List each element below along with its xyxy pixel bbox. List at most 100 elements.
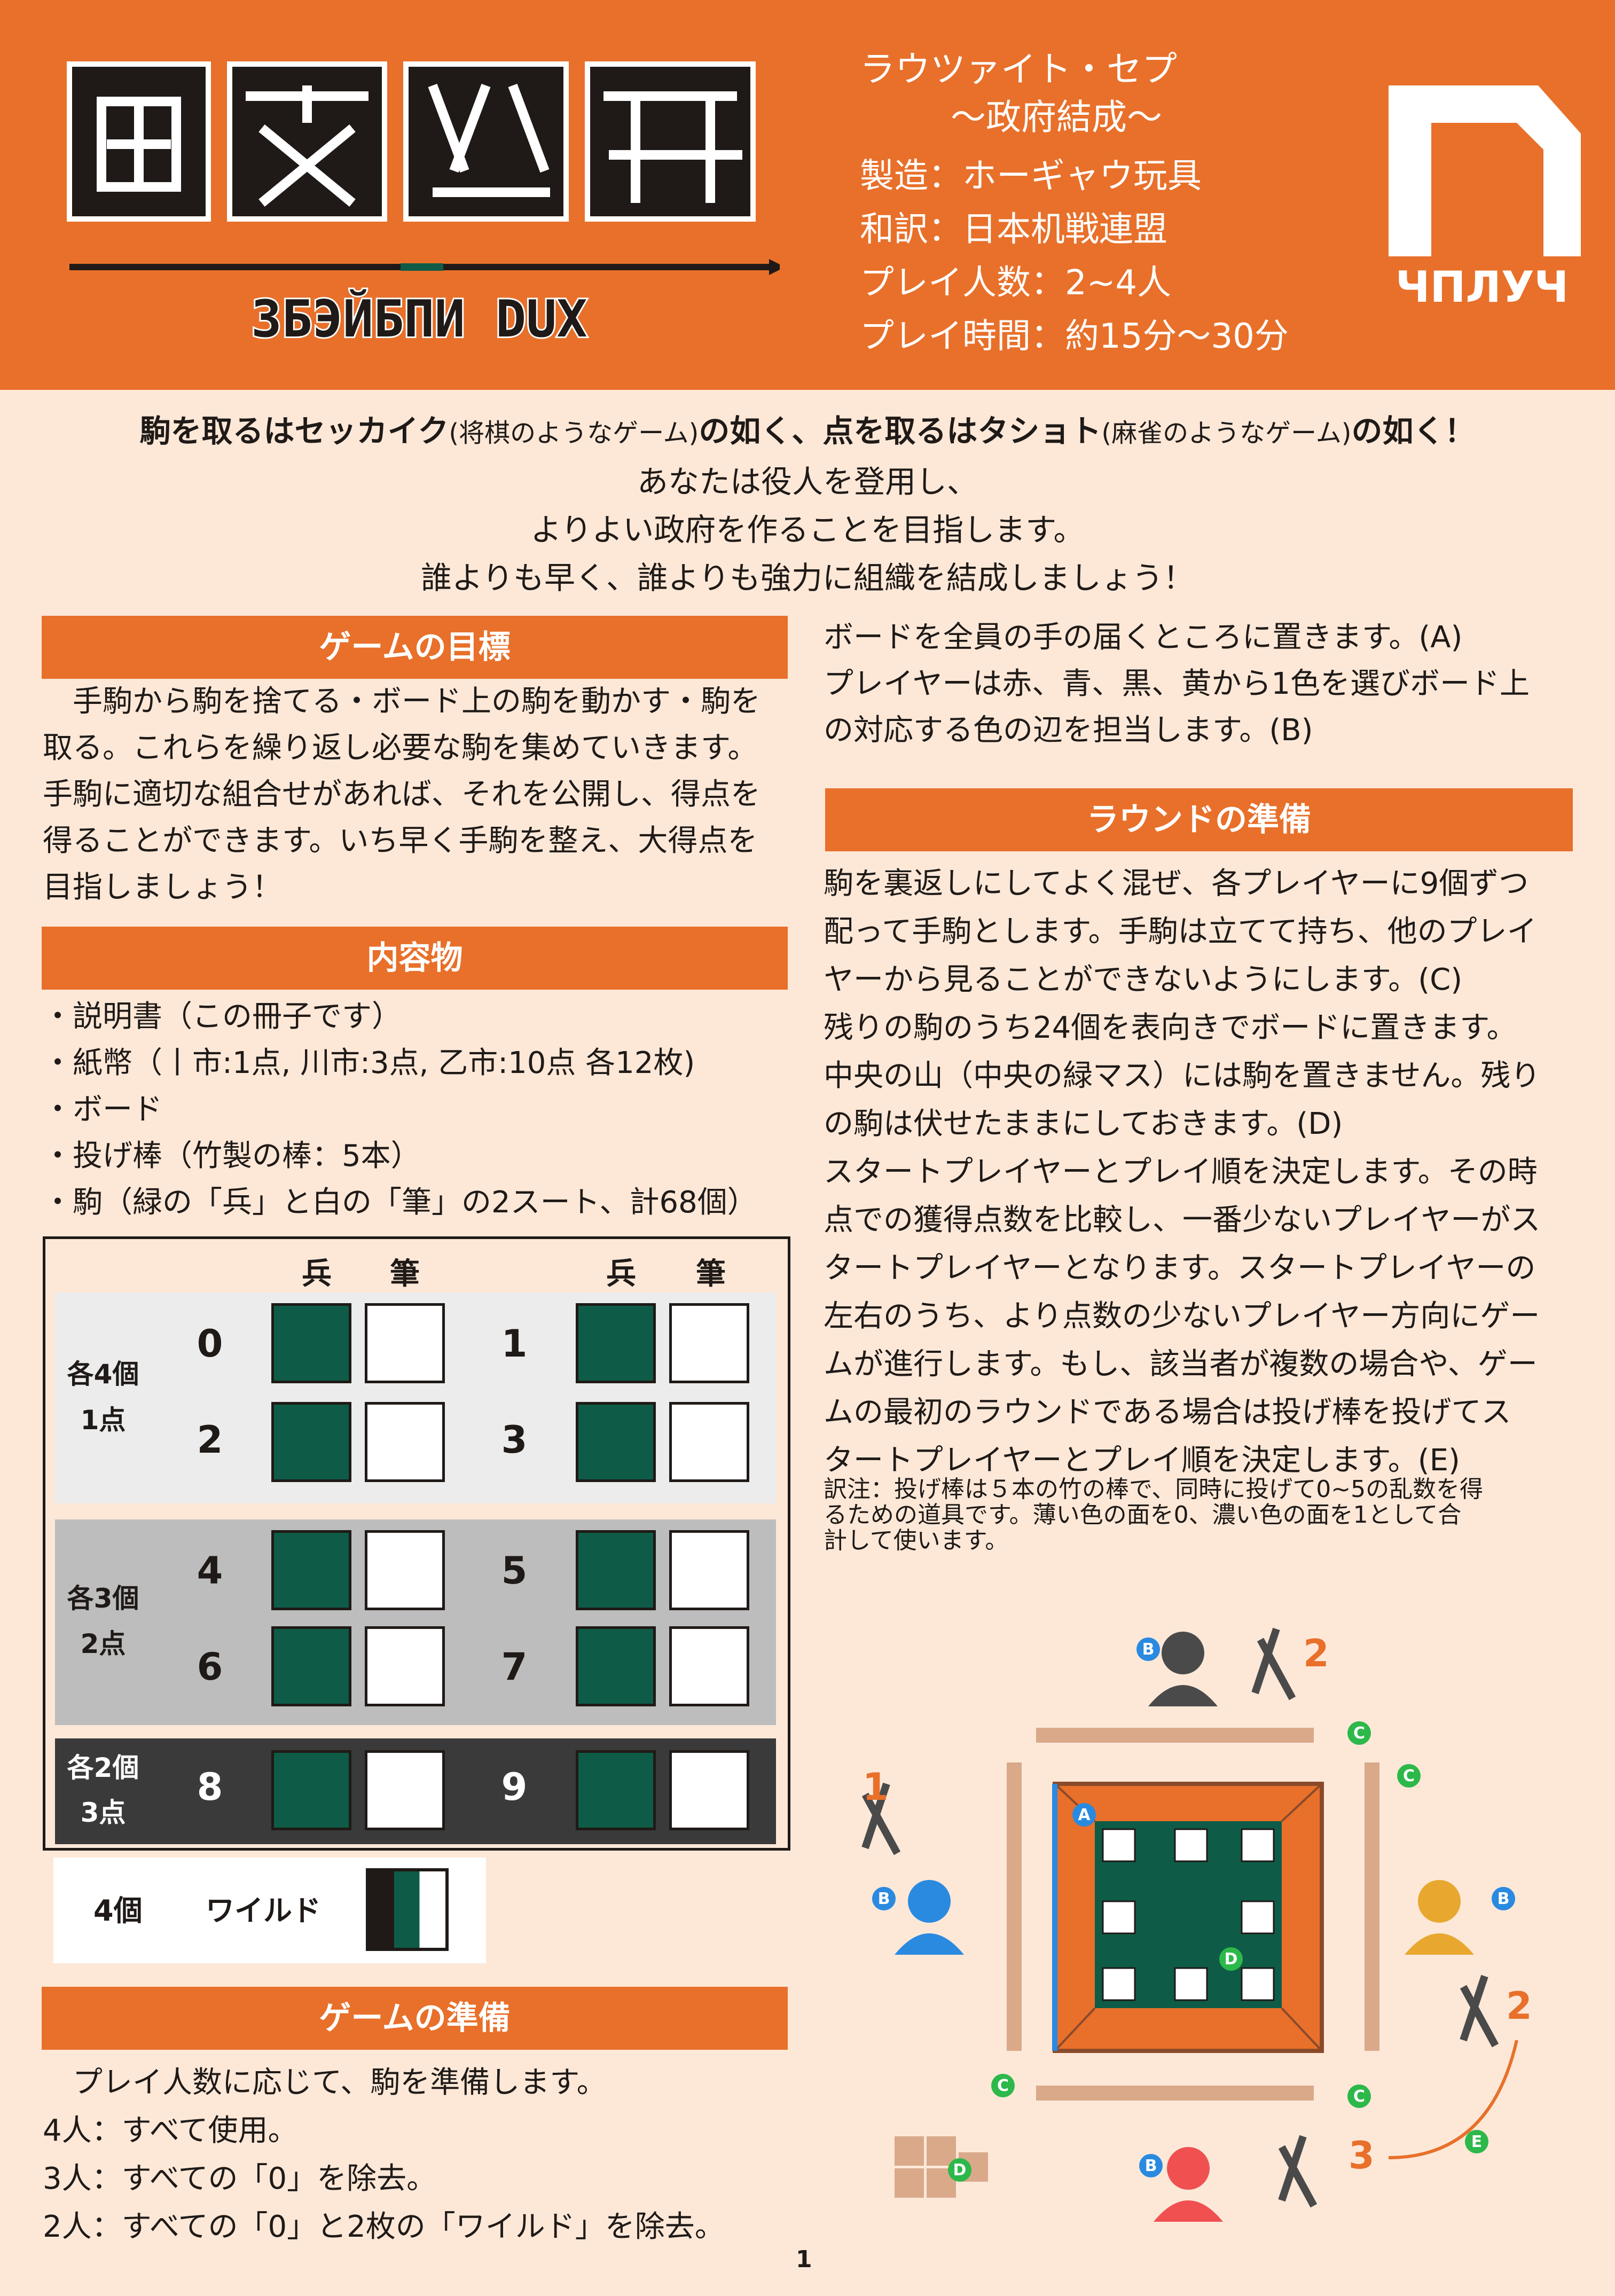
tile-brush-5	[669, 1530, 749, 1610]
title-line-1: ラウツァイト・セプ	[860, 49, 1177, 90]
contents-title: 内容物	[42, 927, 788, 990]
label-c: C	[997, 2076, 1009, 2095]
round-line: 点での獲得点数を比較し、一番少ないプレイヤーがス	[824, 1203, 1541, 1237]
tile-soldier-6	[271, 1626, 351, 1706]
intro-part-b: (将棋のようなゲーム)	[449, 418, 699, 448]
goal-text: 手駒から駒を捨てる・ボード上の駒を動かす・駒を 取る。これらを繰り返し必要な駒を…	[43, 678, 790, 911]
tile-brush-8	[365, 1750, 445, 1830]
number-1: 1	[501, 1322, 528, 1366]
round-line: ヤーから見ることができないようにします。(C)	[824, 962, 1463, 997]
setup-text: ボードを全員の手の届くところに置きます。(A) プレイヤーは赤、青、黒、黄から1…	[824, 614, 1582, 754]
tile-brush-9	[669, 1750, 749, 1830]
manufacturer: 製造：ホーギャウ玩具	[860, 156, 1202, 196]
group-2-count: 各3個	[67, 1583, 139, 1614]
goal-title: ゲームの目標	[42, 616, 788, 679]
prep-text: プレイ人数に応じて、駒を準備します。 4人：すべて使用。 3人：すべての「0」を…	[43, 2059, 801, 2251]
publisher-logo-text: ЧΠЛУЧ	[1396, 262, 1569, 310]
group-band-3: 各2個 3点 8 9	[55, 1738, 776, 1844]
col-soldier: 兵	[302, 1257, 332, 1291]
setup-line: ボードを全員の手の届くところに置きます。(A)	[824, 620, 1463, 655]
tile-brush-6	[365, 1626, 445, 1706]
tile-brush-7	[669, 1626, 749, 1706]
round-line: 中央の山（中央の緑マス）には駒を置きません。残り	[824, 1059, 1541, 1093]
logo-subtitle: ЗБЭЙБПИ DUX	[251, 289, 587, 349]
player-black-icon	[1148, 1632, 1218, 1706]
label-d: D	[953, 2161, 967, 2180]
play-direction-arrow	[1388, 2040, 1518, 2159]
intro-part-a: 駒を取るはセッカイク	[139, 413, 449, 449]
setup-line: プレイヤーは赤、青、黒、黄から1色を選びボード上	[824, 667, 1530, 701]
play-time: プレイ時間：約15分〜30分	[860, 317, 1289, 356]
label-b: B	[878, 1890, 890, 1908]
note-line: 訳注：投げ棒は５本の竹の棒で、同時に投げて0~5の乱数を得	[824, 1476, 1484, 1503]
player-blue-icon	[895, 1880, 964, 1955]
intro-part-e: の如く！	[1351, 413, 1476, 449]
intro-line-2: あなたは役人を登用し、	[637, 464, 978, 500]
label-c: C	[1353, 1724, 1365, 1743]
tile-soldier-4	[271, 1530, 351, 1610]
contents-item: ・ボード	[43, 1092, 162, 1127]
tile-soldier-0	[271, 1303, 351, 1383]
tile-soldier-3	[576, 1402, 656, 1482]
round-line: スタートプレイヤーとプレイ順を決定します。その時	[824, 1155, 1538, 1189]
intro-part-c: の如く、点を取るはタショト	[699, 413, 1102, 449]
tile-soldier-8	[271, 1750, 351, 1830]
contents-item: ・投げ棒（竹製の棒：5本）	[43, 1139, 421, 1173]
round-line: 左右のうち、より点数の少ないプレイヤー方向にゲー	[824, 1299, 1540, 1334]
tile-brush-1	[669, 1303, 749, 1383]
group-1-count: 各4個	[67, 1359, 139, 1390]
round-line: 駒を裏返しにしてよく混ぜ、各プレイヤーに9個ずつ	[824, 866, 1529, 901]
number-6: 6	[197, 1645, 223, 1689]
game-logo: ЗБЭЙБПИ DUX	[67, 61, 780, 350]
label-e: E	[1471, 2133, 1483, 2151]
wild-label: ワイルド	[206, 1894, 321, 1927]
contents-item: ・紙幣（丨市:1点, 川市:3点, 乙市:10点 各12枚)	[43, 1046, 695, 1080]
order-number: 3	[1349, 2134, 1375, 2177]
contents-item: ・説明書（この冊子です）	[43, 999, 402, 1034]
col-brush: 筆	[390, 1257, 420, 1291]
draw-pile	[895, 2136, 988, 2198]
group-2-points: 2点	[80, 1628, 126, 1659]
col-brush: 筆	[696, 1257, 726, 1291]
note-line: るための道具です。薄い色の面を0、濃い色の面を1として合	[824, 1501, 1462, 1529]
tile-brush-2	[365, 1402, 445, 1482]
round-line: ムが進行します。もし、該当者が複数の場合や、ゲー	[824, 1347, 1538, 1382]
game-board	[1052, 1782, 1324, 2053]
number-4: 4	[197, 1549, 223, 1593]
goal-line: 目指しましょう！	[43, 870, 282, 905]
player-yellow-icon	[1405, 1880, 1474, 1955]
intro-headline: 駒を取るはセッカイク(将棋のようなゲーム)の如く、点を取るはタショト(麻雀のよう…	[0, 406, 1615, 451]
round-title: ラウンドの準備	[825, 788, 1573, 851]
order-number: 1	[863, 1765, 889, 1809]
number-2: 2	[197, 1418, 223, 1462]
player-red-icon	[1154, 2147, 1223, 2222]
label-d: D	[1225, 1950, 1238, 1969]
number-5: 5	[501, 1549, 528, 1593]
number-7: 7	[501, 1645, 528, 1689]
intro-part-d: (麻雀のようなゲーム)	[1101, 418, 1352, 448]
prep-line: 3人：すべての「0」を除去。	[43, 2161, 437, 2196]
group-band-2: 各3個 2点 4 5 6 7	[55, 1519, 776, 1725]
label-c: C	[1403, 1767, 1415, 1785]
group-3-points: 3点	[80, 1797, 126, 1828]
group-band-1: 各4個 1点 0 1 2 3	[55, 1292, 776, 1503]
page-number: 1	[796, 2246, 812, 2273]
tile-soldier-2	[271, 1402, 351, 1482]
goal-line: 手駒に適切な組合せがあれば、それを公開し、得点を	[43, 777, 761, 812]
label-b: B	[1145, 2157, 1157, 2175]
translator: 和訳：日本机戦連盟	[860, 210, 1167, 249]
prep-line: 4人：すべて使用。	[43, 2113, 298, 2148]
round-line: ムの最初のラウンドである場合は投げ棒を投げてス	[824, 1395, 1511, 1430]
tile-brush-0	[365, 1303, 445, 1383]
wild-count: 4個	[93, 1894, 143, 1927]
number-8: 8	[197, 1765, 223, 1809]
col-soldier: 兵	[606, 1257, 636, 1291]
order-number: 2	[1506, 1984, 1532, 2028]
group-1-points: 1点	[80, 1405, 126, 1436]
prep-title: ゲームの準備	[42, 1987, 788, 2050]
setup-diagram: 2 1 2 3 A B B B B C C C C D D E	[861, 1627, 1532, 2222]
round-line: 配って手駒とします。手駒は立てて持ち、他のプレイ	[824, 914, 1537, 949]
tile-soldier-9	[576, 1750, 656, 1830]
wild-tile	[366, 1868, 449, 1951]
contents-list: ・説明書（この冊子です） ・紙幣（丨市:1点, 川市:3点, 乙市:10点 各1…	[43, 993, 801, 1226]
